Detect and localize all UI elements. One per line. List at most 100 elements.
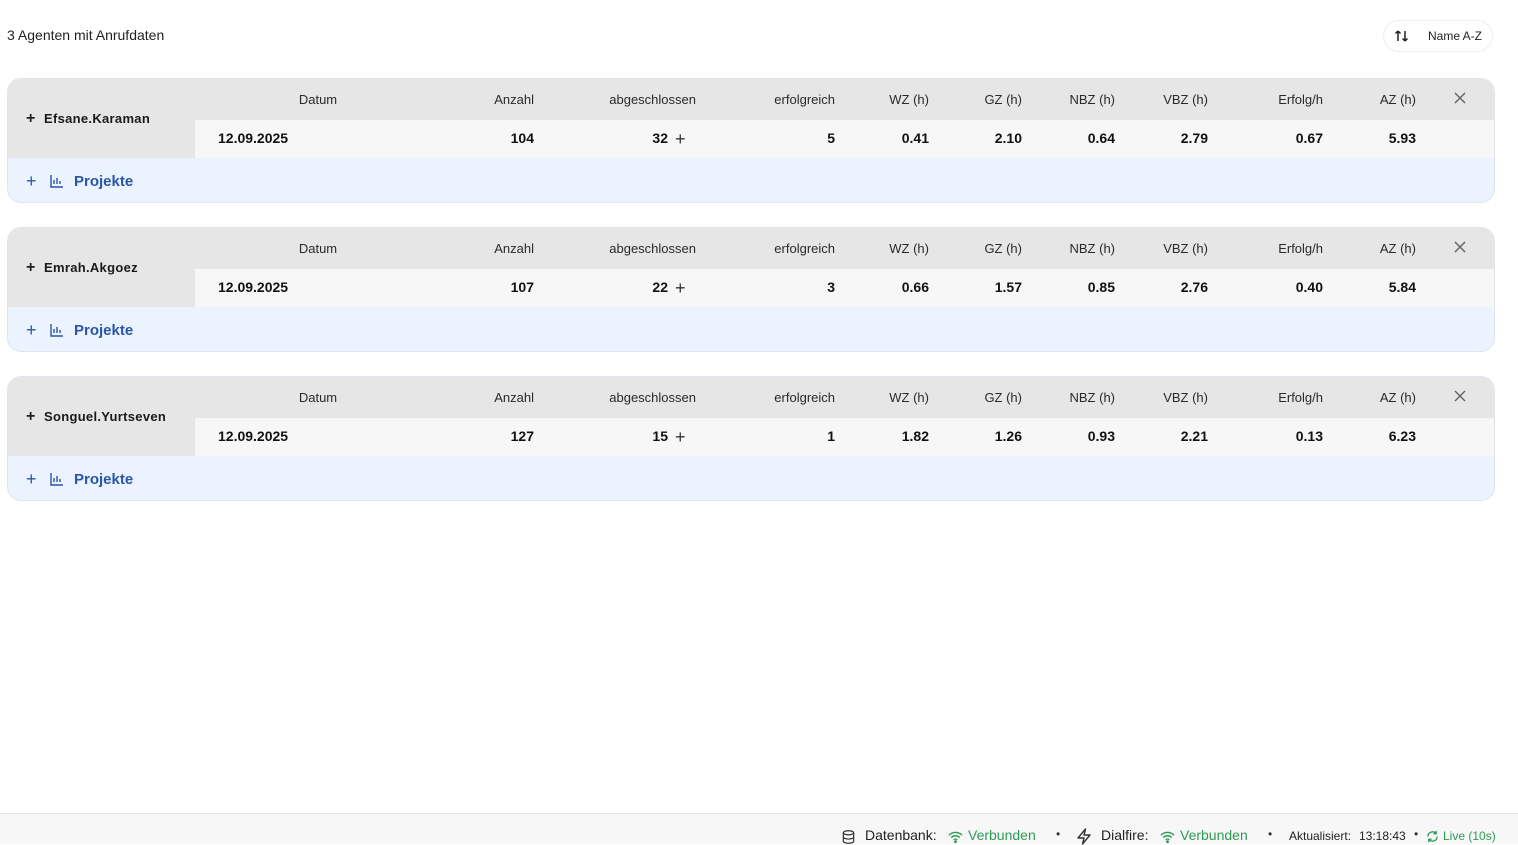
stats-data-row: 12.09.2025 104 32 5 0.41 2.10 0.64 2.79 0.67 5.93… [195, 120, 1494, 158]
column-header[interactable]: GZ (h) [935, 390, 1022, 405]
agent-name: Emrah.Akgoez [44, 260, 138, 275]
column-header[interactable]: erfolgreich [715, 92, 835, 107]
dialfire-label: Dialfire: [1101, 827, 1149, 843]
column-header[interactable]: VBZ (h) [1115, 241, 1208, 256]
bar-chart-icon [50, 324, 63, 337]
expand-icon[interactable]: + [26, 408, 44, 426]
stat-value: 22 [652, 279, 668, 295]
close-icon[interactable] [1453, 389, 1467, 403]
agent-name: Efsane.Karaman [44, 111, 151, 126]
projects-label: Projekte [74, 470, 134, 488]
database-status: Verbunden [968, 827, 1036, 843]
agent-stats: + Songuel.Yurtseven Datum Anzahl abgeschloss… [8, 377, 1494, 456]
add-icon[interactable]: + [675, 129, 686, 150]
stat-value: 104 [510, 130, 534, 146]
column-header[interactable]: abgeschlossen [555, 92, 696, 107]
separator-dot: • [1056, 827, 1061, 841]
stats-data-row: 12.09.2025 107 22 3 0.66 1.57 0.85 2.76 0.40 5.84… [195, 269, 1494, 307]
updated-time: 13:18:43 [1359, 829, 1406, 843]
column-header[interactable]: VBZ (h) [1115, 92, 1208, 107]
column-header[interactable]: NBZ (h) [1025, 241, 1116, 256]
agent-name-cell[interactable]: + Emrah.Akgoez [8, 228, 195, 307]
stats-data-row: 12.09.2025 127 15 1 1.82 1.26 0.93 2.21 0.13 6.23… [195, 418, 1494, 456]
stat-value: 2.21 [1180, 428, 1208, 444]
wifi-icon [948, 831, 963, 843]
expand-icon[interactable]: + [26, 110, 44, 128]
column-header[interactable]: Anzahl [435, 241, 534, 256]
separator-dot: • [1414, 827, 1419, 841]
column-header[interactable]: WZ (h) [845, 241, 929, 256]
stat-value: 107 [510, 279, 534, 295]
column-header[interactable]: NBZ (h) [1025, 390, 1116, 405]
updated-label: Aktualisiert: [1289, 829, 1352, 843]
column-header[interactable]: erfolgreich [715, 241, 835, 256]
column-header[interactable]: GZ (h) [935, 92, 1022, 107]
separator-dot: • [1268, 827, 1273, 841]
status-footer: Datenbank: Verbunden • Dialfire: Verbund… [0, 813, 1518, 845]
close-icon[interactable] [1453, 91, 1467, 105]
sort-button[interactable]: Name A-Z [1383, 20, 1493, 52]
database-label: Datenbank: [865, 827, 937, 843]
column-header[interactable]: abgeschlossen [555, 241, 696, 256]
database-icon [842, 830, 855, 844]
column-header[interactable]: AZ (h) [1325, 241, 1416, 256]
column-header[interactable]: WZ (h) [845, 92, 929, 107]
stat-value: 32 [652, 130, 668, 146]
agent-card: + Efsane.Karaman Datum Anzahl abgeschlossen e… [7, 78, 1495, 203]
column-header[interactable]: Datum [218, 92, 418, 107]
stat-value: 5.84 [1388, 279, 1416, 295]
expand-projects-icon[interactable]: + [26, 469, 50, 490]
column-header[interactable]: WZ (h) [845, 390, 929, 405]
column-header[interactable]: NBZ (h) [1025, 92, 1116, 107]
bar-chart-icon [50, 473, 63, 486]
stat-value: 2.10 [994, 130, 1022, 146]
bar-chart-icon [50, 175, 63, 188]
column-header[interactable]: erfolgreich [715, 390, 835, 405]
wifi-icon [1160, 831, 1175, 843]
column-header[interactable]: abgeschlossen [555, 390, 696, 405]
column-header[interactable]: Erfolg/h [1215, 92, 1323, 107]
expand-icon[interactable]: + [26, 259, 44, 277]
projects-label: Projekte [74, 172, 134, 190]
column-header[interactable]: AZ (h) [1325, 390, 1416, 405]
column-header[interactable]: Datum [218, 390, 418, 405]
column-header[interactable]: AZ (h) [1325, 92, 1416, 107]
projects-toggle[interactable]: + Projekte [8, 456, 1494, 500]
dialfire-status: Verbunden [1180, 827, 1248, 843]
stat-value: 0.41 [901, 130, 929, 146]
column-header[interactable]: Anzahl [435, 390, 534, 405]
stat-value: 15 [652, 428, 668, 444]
expand-projects-icon[interactable]: + [26, 171, 50, 192]
agent-card: + Emrah.Akgoez Datum Anzahl abgeschlossen erf… [7, 227, 1495, 352]
agent-name-cell[interactable]: + Songuel.Yurtseven [8, 377, 195, 456]
column-header[interactable]: VBZ (h) [1115, 390, 1208, 405]
stat-value: 2.76 [1180, 279, 1208, 295]
stat-value: 1.82 [901, 428, 929, 444]
column-header[interactable]: GZ (h) [935, 241, 1022, 256]
stat-value: 1.57 [994, 279, 1022, 295]
column-header[interactable]: Erfolg/h [1215, 241, 1323, 256]
sort-arrows-icon [1394, 30, 1409, 42]
stat-value: 12.09.2025 [218, 279, 289, 295]
stat-value: 0.85 [1087, 279, 1115, 295]
agent-count-summary: 3 Agenten mit Anrufdaten [7, 27, 165, 43]
column-header[interactable]: Erfolg/h [1215, 390, 1323, 405]
expand-projects-icon[interactable]: + [26, 320, 50, 341]
agent-name-cell[interactable]: + Efsane.Karaman [8, 79, 195, 158]
stat-value: 5.93 [1388, 130, 1416, 146]
stat-value: 6.23 [1388, 428, 1416, 444]
projects-toggle[interactable]: + Projekte [8, 307, 1494, 351]
column-header[interactable]: Anzahl [435, 92, 534, 107]
column-header[interactable]: Datum [218, 241, 418, 256]
agent-name: Songuel.Yurtseven [44, 409, 167, 424]
refresh-icon [1427, 830, 1438, 843]
stat-value: 5 [827, 130, 835, 146]
add-icon[interactable]: + [675, 427, 686, 448]
close-icon[interactable] [1453, 240, 1467, 254]
stat-value: 1 [827, 428, 835, 444]
add-icon[interactable]: + [675, 278, 686, 299]
stat-value: 127 [510, 428, 534, 444]
projects-toggle[interactable]: + Projekte [8, 158, 1494, 202]
sort-label: Name A-Z [1428, 29, 1483, 43]
stat-value: 2.79 [1180, 130, 1208, 146]
